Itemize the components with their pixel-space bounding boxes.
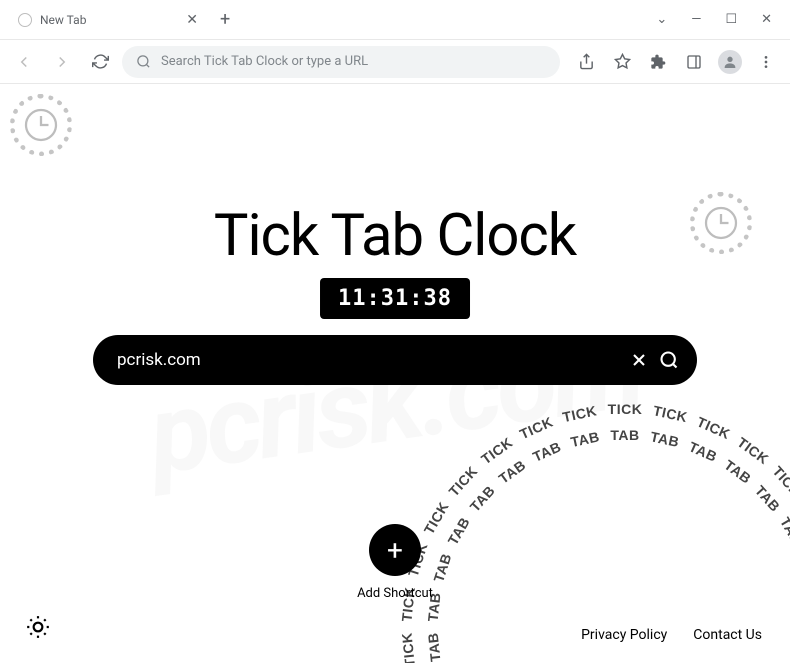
- omnibox-placeholder: Search Tick Tab Clock or type a URL: [161, 54, 368, 69]
- page-content: pcrisk.com TICKTICKTICKTICKTICKTICKTICKT…: [0, 84, 790, 663]
- tab-title: New Tab: [40, 13, 178, 27]
- ring-word: TAB: [569, 428, 601, 450]
- minimize-icon[interactable]: —: [691, 12, 701, 27]
- ring-word: TAB: [530, 438, 563, 465]
- ring-word: TICK: [695, 413, 733, 442]
- side-panel-icon[interactable]: [678, 46, 710, 78]
- contact-link[interactable]: Contact Us: [693, 627, 762, 643]
- caret-down-icon[interactable]: ⌄: [656, 12, 667, 27]
- new-tab-button[interactable]: +: [220, 9, 230, 30]
- ring-word: TAB: [467, 482, 498, 514]
- bookmark-icon[interactable]: [606, 46, 638, 78]
- search-bar[interactable]: pcrisk.com: [93, 335, 697, 385]
- ring-word: TICK: [517, 413, 555, 442]
- add-shortcut-button[interactable]: +: [369, 524, 421, 576]
- ring-word: TICK: [608, 401, 643, 417]
- tab-favicon-icon: [18, 13, 32, 27]
- ring-word: TICK: [421, 499, 452, 537]
- tabs-area: New Tab ✕ +: [0, 0, 638, 39]
- omnibox[interactable]: Search Tick Tab Clock or type a URL: [122, 46, 560, 78]
- browser-tab[interactable]: New Tab ✕: [8, 3, 208, 37]
- ring-word: TAB: [444, 514, 472, 547]
- ring-word: TICK: [652, 402, 689, 425]
- window-controls: ⌄ — ☐ ✕: [638, 12, 790, 27]
- forward-button[interactable]: [46, 46, 78, 78]
- search-icon: [136, 54, 151, 69]
- ring-word: TAB: [752, 482, 783, 514]
- back-button[interactable]: [8, 46, 40, 78]
- menu-icon[interactable]: [750, 46, 782, 78]
- titlebar: New Tab ✕ + ⌄ — ☐ ✕: [0, 0, 790, 40]
- toolbar: Search Tick Tab Clock or type a URL: [0, 40, 790, 84]
- ring-word: TAB: [496, 456, 529, 486]
- ring-word: TAB: [610, 427, 639, 443]
- close-window-icon[interactable]: ✕: [761, 12, 772, 27]
- close-tab-icon[interactable]: ✕: [186, 12, 198, 28]
- page-title: Tick Tab Clock: [214, 202, 576, 270]
- ring-word: TICK: [398, 631, 418, 663]
- ring-word: TAB: [430, 551, 454, 584]
- search-submit-icon[interactable]: [659, 350, 679, 370]
- maximize-icon[interactable]: ☐: [725, 12, 737, 27]
- theme-toggle-button[interactable]: [20, 609, 56, 645]
- clock-decoration-icon: [10, 94, 72, 156]
- profile-avatar[interactable]: [714, 46, 746, 78]
- avatar-icon: [718, 50, 742, 74]
- footer-links: Privacy Policy Contact Us: [581, 627, 762, 643]
- search-input[interactable]: pcrisk.com: [117, 350, 619, 370]
- clock-decoration-icon: [690, 192, 752, 254]
- privacy-link[interactable]: Privacy Policy: [581, 627, 667, 643]
- reload-button[interactable]: [84, 46, 116, 78]
- extensions-icon[interactable]: [642, 46, 674, 78]
- share-icon[interactable]: [570, 46, 602, 78]
- ring-word: TAB: [686, 438, 719, 465]
- ring-word: TICK: [734, 434, 771, 467]
- clear-search-icon[interactable]: [629, 350, 649, 370]
- ring-word: TAB: [425, 631, 444, 662]
- ring-word: TAB: [721, 456, 754, 486]
- ring-word: TAB: [777, 514, 790, 547]
- clock-display: 11:31:38: [320, 278, 470, 319]
- ring-word: TAB: [649, 428, 681, 450]
- toolbar-actions: [566, 46, 782, 78]
- add-shortcut-label: Add Shortcut: [357, 586, 433, 601]
- ring-word: TICK: [561, 402, 598, 425]
